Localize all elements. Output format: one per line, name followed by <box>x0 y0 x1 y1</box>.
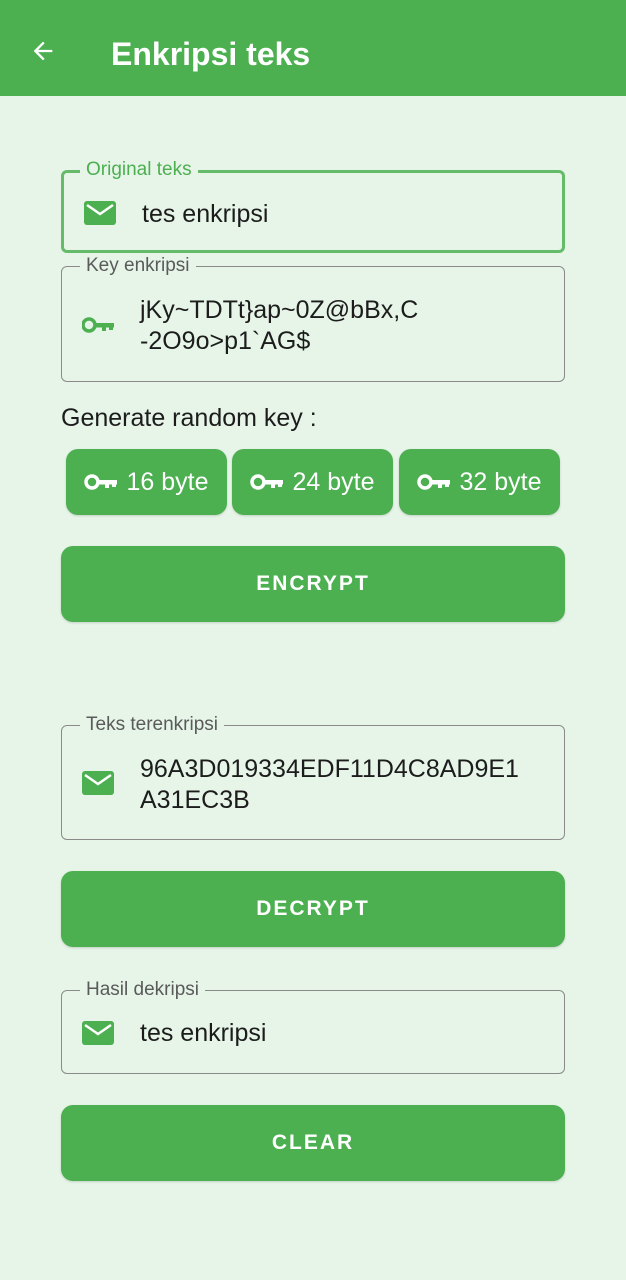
encrypted-text-field[interactable]: Teks terenkripsi 96A3D019334EDF11D4C8AD9… <box>61 714 565 840</box>
original-text-label: Original teks <box>80 159 198 181</box>
original-text-field[interactable]: Original teks tes enkripsi <box>61 159 565 253</box>
encrypted-text-label: Teks terenkripsi <box>80 714 224 736</box>
decrypted-result-input[interactable]: tes enkripsi <box>140 1018 544 1049</box>
key-icon <box>82 317 114 333</box>
generate-24-byte-button[interactable]: 24 byte <box>232 449 393 515</box>
mail-icon <box>82 1021 114 1045</box>
mail-icon <box>84 201 116 225</box>
key-icon <box>250 474 284 490</box>
encryption-key-input[interactable]: jKy~TDTt}ap~0Z@bBx,C -2O9o>p1`AG$ <box>140 295 544 357</box>
encryption-key-label: Key enkripsi <box>80 255 196 277</box>
mail-icon <box>82 771 114 795</box>
generate-16-byte-button[interactable]: 16 byte <box>66 449 227 515</box>
key-icon <box>84 474 118 490</box>
decrypted-result-field[interactable]: Hasil dekripsi tes enkripsi <box>61 979 565 1074</box>
decrypted-result-label: Hasil dekripsi <box>80 979 205 1001</box>
encryption-key-field[interactable]: Key enkripsi jKy~TDTt}ap~0Z@bBx,C -2O9o>… <box>61 255 565 382</box>
arrow-left-icon <box>33 41 53 61</box>
back-button[interactable] <box>28 36 58 66</box>
chip-label: 24 byte <box>292 467 375 496</box>
key-icon <box>417 474 451 490</box>
original-text-input[interactable]: tes enkripsi <box>142 199 542 230</box>
clear-button[interactable]: CLEAR <box>61 1105 565 1181</box>
chip-label: 32 byte <box>459 467 542 496</box>
encrypt-button[interactable]: ENCRYPT <box>61 546 565 622</box>
chip-label: 16 byte <box>126 467 209 496</box>
generate-32-byte-button[interactable]: 32 byte <box>399 449 560 515</box>
decrypt-button[interactable]: DECRYPT <box>61 871 565 947</box>
generate-random-key-label: Generate random key : <box>61 404 317 432</box>
app-bar: Enkripsi teks <box>0 0 626 96</box>
encrypted-text-input[interactable]: 96A3D019334EDF11D4C8AD9E1 A31EC3B <box>140 754 544 816</box>
page-title: Enkripsi teks <box>111 36 311 72</box>
